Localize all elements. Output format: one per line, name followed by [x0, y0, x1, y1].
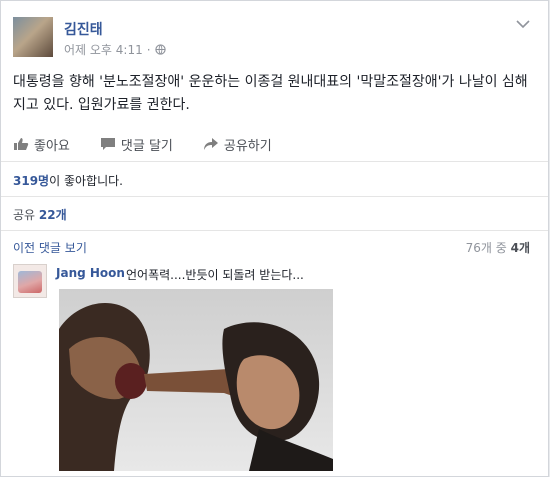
- divider: [1, 230, 548, 231]
- like-label: 좋아요: [34, 138, 70, 154]
- comment-icon: [100, 138, 115, 150]
- comments-of: 중: [491, 241, 511, 255]
- post-text: 대통령을 향해 '분노조절장애' 운운하는 이종걸 원내대표의 '막말조절장애'…: [13, 74, 528, 113]
- comment-count: 76개 중 4개: [466, 239, 530, 256]
- globe-icon: [154, 44, 166, 55]
- commenter-avatar[interactable]: [13, 264, 47, 298]
- author-avatar[interactable]: [13, 17, 53, 57]
- comment-label: 댓글 달기: [120, 138, 173, 154]
- commenter-name[interactable]: Jang Hoon: [56, 266, 125, 280]
- share-button[interactable]: 공유하기: [203, 135, 272, 154]
- chevron-down-icon[interactable]: [516, 19, 530, 29]
- post-card: 김진태 어제 오후 4:11 · 대통령을 향해 '분노조절장애' 운운하는 이…: [0, 0, 549, 477]
- post-time[interactable]: 어제 오후 4:11: [64, 41, 143, 58]
- post-actions: 좋아요 댓글 달기 공유하기: [13, 134, 302, 154]
- likes-count[interactable]: 319명: [13, 174, 49, 188]
- comment-button[interactable]: 댓글 달기: [100, 135, 173, 154]
- likes-summary[interactable]: 319명이 좋아합니다.: [13, 172, 123, 189]
- shares-prefix: 공유: [13, 208, 39, 222]
- meta-separator: ·: [146, 42, 151, 57]
- share-icon: [203, 138, 218, 150]
- comment-text: 언어폭력....반듯이 되돌려 받는다...: [126, 268, 304, 282]
- shares-summary[interactable]: 공유 22개: [13, 206, 67, 223]
- post-meta: 어제 오후 4:11 ·: [64, 41, 166, 58]
- like-button[interactable]: 좋아요: [13, 135, 70, 154]
- comment-photo[interactable]: [59, 289, 333, 471]
- shares-count[interactable]: 22개: [39, 208, 67, 222]
- share-label: 공유하기: [223, 138, 272, 154]
- comments-shown: 76개: [465, 241, 492, 255]
- divider: [1, 196, 548, 197]
- comment-photo-image: [59, 289, 333, 471]
- thumbs-up-icon: [14, 138, 29, 150]
- likes-suffix: 이 좋아합니다.: [49, 174, 123, 188]
- comments-total: 4개: [510, 241, 530, 255]
- author-name[interactable]: 김진태: [64, 19, 103, 39]
- view-previous-comments[interactable]: 이전 댓글 보기: [13, 239, 87, 256]
- divider: [1, 161, 548, 162]
